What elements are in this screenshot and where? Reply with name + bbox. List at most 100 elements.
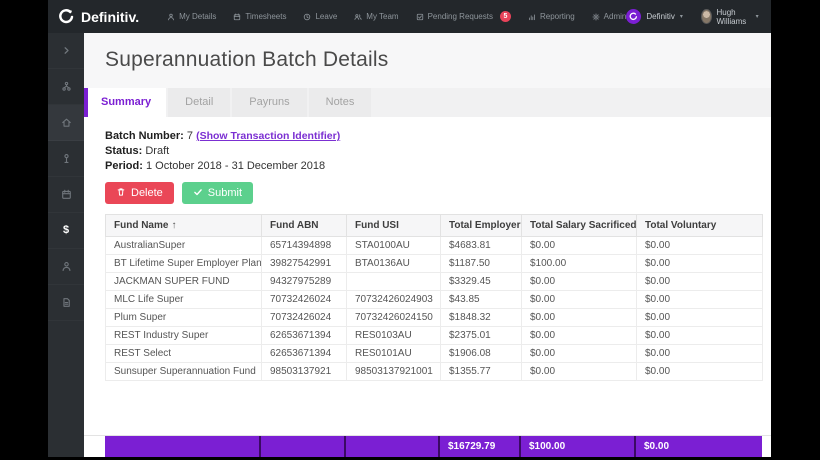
nav-item-label: Timesheets bbox=[245, 12, 287, 21]
tab-payruns[interactable]: Payruns bbox=[232, 88, 309, 117]
table-cell: $0.00 bbox=[521, 290, 637, 309]
table-cell: $4683.81 bbox=[440, 236, 522, 255]
table-cell: $0.00 bbox=[521, 308, 637, 327]
table-cell: AustralianSuper bbox=[105, 236, 262, 255]
table-cell: REST Industry Super bbox=[105, 326, 262, 345]
table-cell: $1187.50 bbox=[440, 254, 522, 273]
main-area: Superannuation Batch Details Summary Deta… bbox=[84, 33, 771, 457]
table-cell: $1848.32 bbox=[440, 308, 522, 327]
brand[interactable]: Definitiv. bbox=[58, 8, 139, 25]
submit-button[interactable]: Submit bbox=[181, 182, 254, 204]
nav-item-label: Admin bbox=[603, 12, 627, 21]
users-icon bbox=[354, 13, 362, 21]
nav-item-timesheets[interactable]: Timesheets bbox=[233, 12, 286, 21]
definitiv-logo-icon bbox=[58, 8, 75, 25]
table-cell: $0.00 bbox=[636, 290, 763, 309]
brand-name: Definitiv. bbox=[81, 8, 140, 25]
definitiv-org-icon bbox=[626, 9, 642, 24]
sidebar-item-home[interactable] bbox=[48, 105, 84, 141]
table-cell: $0.00 bbox=[521, 362, 637, 381]
table-cell: $43.85 bbox=[440, 290, 522, 309]
nav-item-pending-requests[interactable]: Pending Requests 5 bbox=[416, 11, 511, 22]
nav-item-admin[interactable]: Admin bbox=[592, 12, 627, 21]
period-line: Period: 1 October 2018 - 31 December 201… bbox=[105, 159, 750, 173]
nav-item-reporting[interactable]: Reporting bbox=[528, 12, 575, 21]
table-row[interactable]: MLC Life Super 70732426024 70732426024903 $… bbox=[105, 290, 763, 309]
table-cell: 70732426024 bbox=[261, 308, 347, 327]
chevron-down-icon: ▾ bbox=[679, 14, 683, 20]
column-header-total-employer[interactable]: Total Employer bbox=[440, 214, 522, 237]
nav-item-label: Leave bbox=[315, 12, 338, 21]
table-cell: 98503137921 bbox=[261, 362, 347, 381]
table-cell: REST Select bbox=[105, 344, 262, 363]
sidebar-item-person[interactable] bbox=[48, 249, 84, 285]
sidebar-item-document[interactable] bbox=[48, 285, 84, 321]
gear-icon bbox=[592, 13, 600, 21]
org-switcher[interactable]: Definitiv ▾ bbox=[626, 9, 683, 24]
sidebar-item-hierarchy[interactable] bbox=[48, 69, 84, 105]
column-header-total-salary-sacrificed[interactable]: Total Salary Sacrificed bbox=[521, 214, 637, 237]
calendar-icon bbox=[61, 189, 72, 200]
nav-item-label: Pending Requests bbox=[427, 12, 493, 21]
table-row[interactable]: REST Select 62653671394 RES0101AU $1906.08 $… bbox=[105, 344, 763, 363]
table-cell: $0.00 bbox=[521, 236, 637, 255]
table-cell: $0.00 bbox=[636, 254, 763, 273]
tab-summary[interactable]: Summary bbox=[84, 88, 169, 117]
hierarchy-icon bbox=[61, 81, 72, 92]
table-row[interactable]: AustralianSuper 65714394898 STA0100AU $4683… bbox=[105, 236, 763, 255]
tab-bar: Summary Detail Payruns Notes bbox=[84, 88, 771, 117]
user-menu[interactable]: Hugh Williams ▾ bbox=[700, 8, 759, 26]
table-cell: $0.00 bbox=[636, 326, 763, 345]
nav-item-my-details[interactable]: My Details bbox=[167, 12, 216, 21]
delete-button[interactable]: Delete bbox=[105, 182, 174, 204]
table-cell: $0.00 bbox=[636, 344, 763, 363]
table-cell: STA0100AU bbox=[346, 236, 441, 255]
period-value: 1 October 2018 - 31 December 2018 bbox=[145, 160, 326, 172]
totals-cell bbox=[105, 436, 261, 457]
totals-cell: $100.00 bbox=[521, 436, 636, 457]
tab-detail[interactable]: Detail bbox=[168, 88, 233, 117]
sidebar-item-chevron-right[interactable] bbox=[48, 33, 84, 69]
table-header-row: Fund Name ↑ Fund ABN Fund USI Total Employer… bbox=[105, 214, 763, 237]
clock-icon bbox=[303, 13, 311, 21]
totals-cell: $0.00 bbox=[644, 441, 670, 452]
table-row[interactable]: JACKMAN SUPER FUND 94327975289 $3329.45 $0.… bbox=[105, 272, 763, 291]
nav-item-label: My Details bbox=[179, 12, 217, 21]
table-row[interactable]: REST Industry Super 62653671394 RES0103AU $… bbox=[105, 326, 763, 345]
column-header-total-voluntary[interactable]: Total Voluntary bbox=[636, 214, 763, 237]
table-cell: Sunsuper Superannuation Fund bbox=[105, 362, 262, 381]
table-cell: $0.00 bbox=[521, 326, 637, 345]
table-row[interactable]: Sunsuper Superannuation Fund 98503137921 9… bbox=[105, 362, 763, 381]
table-cell: 70732426024 bbox=[261, 290, 347, 309]
check-icon bbox=[193, 187, 203, 200]
nav-item-label: My Team bbox=[366, 12, 399, 21]
avatar bbox=[700, 9, 712, 24]
nav-item-leave[interactable]: Leave bbox=[303, 12, 337, 21]
sidebar: $ bbox=[48, 33, 84, 457]
chevron-down-icon: ▾ bbox=[755, 14, 759, 20]
person-pin-icon bbox=[61, 153, 72, 164]
table-cell: 98503137921001 bbox=[346, 362, 441, 381]
column-header-fund-abn[interactable]: Fund ABN bbox=[261, 214, 347, 237]
show-transaction-identifier-link[interactable]: (Show Transaction Identifier) bbox=[196, 130, 340, 142]
status-label: Status: bbox=[105, 145, 143, 157]
check-square-icon bbox=[416, 13, 424, 21]
table-row[interactable]: BT Lifetime Super Employer Plan 398275429… bbox=[105, 254, 763, 273]
table-cell: $0.00 bbox=[521, 344, 637, 363]
nav-item-my-team[interactable]: My Team bbox=[354, 12, 399, 21]
table-cell: RES0101AU bbox=[346, 344, 441, 363]
table-cell: MLC Life Super bbox=[105, 290, 262, 309]
column-header-fund-usi[interactable]: Fund USI bbox=[346, 214, 441, 237]
table-row[interactable]: Plum Super 70732426024 70732426024150 $1848… bbox=[105, 308, 763, 327]
sidebar-item-calendar[interactable] bbox=[48, 177, 84, 213]
status-value: Draft bbox=[145, 145, 170, 157]
totals-cell: $16729.79 bbox=[440, 436, 521, 457]
nav-item-label: Reporting bbox=[539, 12, 575, 21]
person-icon bbox=[61, 261, 72, 272]
sidebar-item-person-pin[interactable] bbox=[48, 141, 84, 177]
sidebar-item-dollar[interactable]: $ bbox=[48, 213, 84, 249]
column-header-fund-name[interactable]: Fund Name ↑ bbox=[105, 214, 262, 237]
tab-notes[interactable]: Notes bbox=[308, 88, 374, 117]
page-title: Superannuation Batch Details bbox=[105, 48, 389, 71]
org-label: Definitiv bbox=[646, 12, 675, 21]
